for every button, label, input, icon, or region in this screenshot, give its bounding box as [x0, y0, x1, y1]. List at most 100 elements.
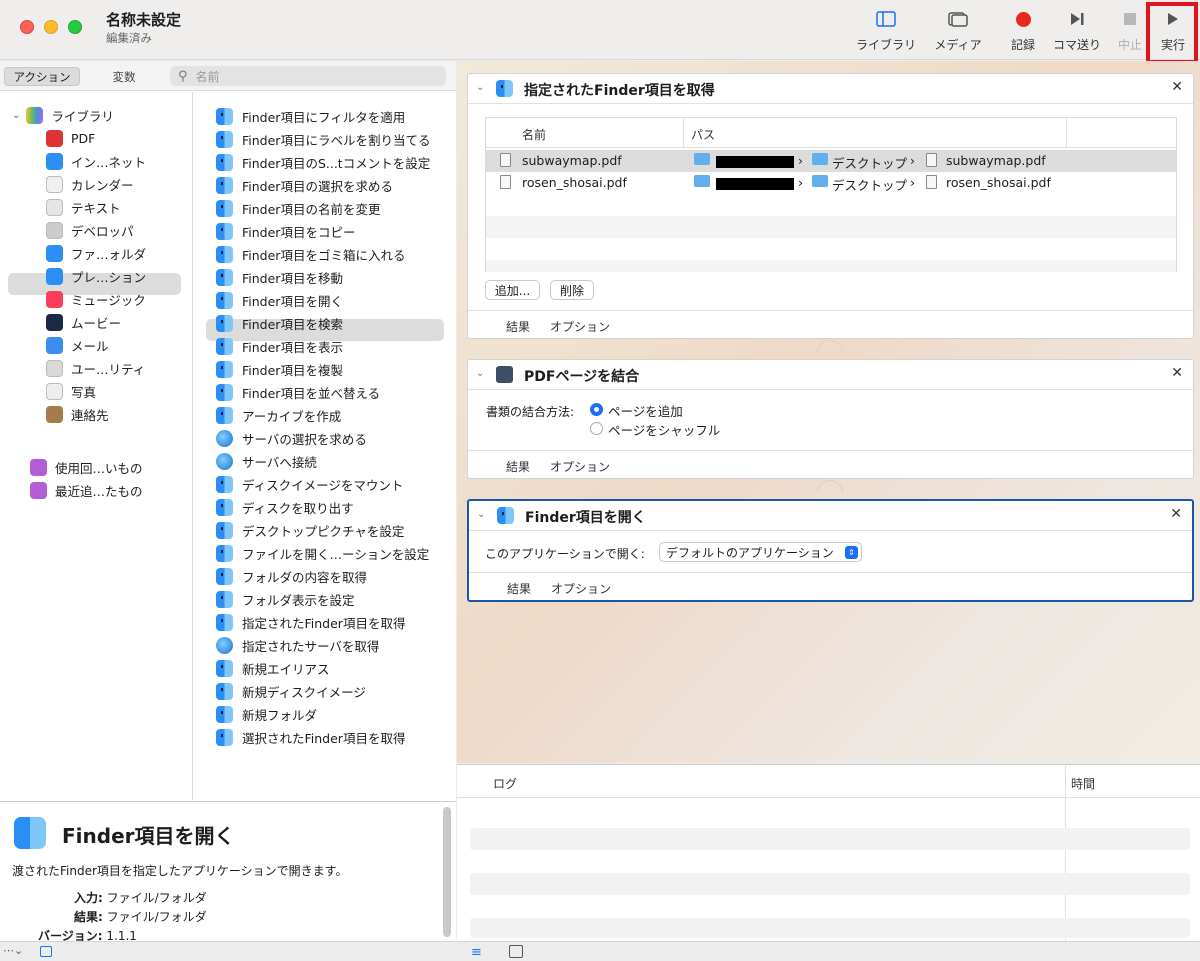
library-item[interactable]: メール	[46, 335, 109, 355]
pdf-icon	[46, 129, 63, 147]
options-toggle[interactable]: オプション	[550, 318, 610, 335]
action-item[interactable]: 指定されたFinder項目を取得	[216, 612, 405, 632]
library-item[interactable]: イン…ネット	[46, 151, 146, 171]
action-item[interactable]: Finder項目をゴミ箱に入れる	[216, 244, 405, 264]
smart-group-recent-used[interactable]: 使用回…いもの	[30, 457, 143, 477]
library-item[interactable]: プレ…ション	[46, 266, 146, 286]
action-item[interactable]: 選択されたFinder項目を取得	[216, 727, 405, 747]
description-toggle-icon[interactable]	[40, 946, 52, 957]
media-label: メディア	[934, 38, 982, 52]
log-column[interactable]: ログ	[493, 775, 517, 792]
card-footer: 結果 オプション	[468, 310, 1193, 338]
action-item[interactable]: Finder項目を表示	[216, 336, 343, 356]
library-item[interactable]: ムービー	[46, 312, 121, 332]
pdf-file-icon	[926, 175, 937, 192]
column-path[interactable]: パス	[691, 126, 715, 143]
action-item[interactable]: 新規フォルダ	[216, 704, 317, 724]
library-item[interactable]: カレンダー	[46, 174, 134, 194]
actions-tab[interactable]: アクション	[4, 67, 80, 86]
close-window-button[interactable]	[20, 20, 34, 34]
action-item[interactable]: Finder項目を並べ替える	[216, 382, 380, 402]
library-item[interactable]: ファ…ォルダ	[46, 243, 146, 263]
finder-icon	[216, 728, 233, 746]
variables-tab[interactable]: 変数	[96, 67, 152, 86]
minimize-window-button[interactable]	[44, 20, 58, 34]
table-row[interactable]: subwaymap.pdf › デスクトップ › subwaymap.pdf	[486, 150, 1176, 172]
action-item[interactable]: Finder項目を移動	[216, 267, 343, 287]
library-item[interactable]: ミュージック	[46, 289, 146, 309]
list-view-icon[interactable]: ≡	[471, 945, 482, 960]
shuffle-pages-label[interactable]: ページをシャッフル	[608, 420, 720, 439]
split-view-icon[interactable]	[509, 945, 523, 958]
library-item[interactable]: テキスト	[46, 197, 121, 217]
action-item[interactable]: サーバの選択を求める	[216, 428, 367, 448]
step-button[interactable]: コマ送り	[1050, 6, 1104, 56]
action-item[interactable]: フォルダ表示を設定	[216, 589, 355, 609]
search-placeholder: 名前	[195, 69, 220, 84]
library-item-label: ミュージック	[71, 292, 146, 308]
close-icon[interactable]: ✕	[1171, 365, 1183, 381]
remove-button[interactable]: 削除	[550, 280, 594, 300]
action-item[interactable]: Finder項目にラベルを割り当てる	[216, 129, 430, 149]
action-item[interactable]: サーバへ接続	[216, 451, 317, 471]
action-item[interactable]: 新規ディスクイメージ	[216, 681, 366, 701]
close-icon[interactable]: ✕	[1170, 506, 1182, 522]
results-toggle[interactable]: 結果	[507, 580, 531, 597]
column-name[interactable]: 名前	[522, 126, 546, 143]
action-item[interactable]: Finder項目を開く	[216, 290, 343, 310]
options-toggle[interactable]: オプション	[551, 580, 611, 597]
input-label: 入力:	[74, 891, 103, 905]
close-icon[interactable]: ✕	[1171, 79, 1183, 95]
action-item[interactable]: 指定されたサーバを取得	[216, 635, 379, 655]
smart-group-recent-added[interactable]: 最近追…たもの	[30, 480, 143, 500]
path-separator: ›	[910, 153, 915, 168]
action-item[interactable]: Finder項目の選択を求める	[216, 175, 393, 195]
action-item[interactable]: アーカイブを作成	[216, 405, 341, 425]
library-item[interactable]: ユー…リティ	[46, 358, 145, 378]
search-input[interactable]: ⚲ 名前	[170, 66, 446, 86]
scrollbar[interactable]	[443, 807, 451, 937]
time-column[interactable]: 時間	[1071, 775, 1095, 792]
empty-row	[486, 216, 1176, 238]
action-item[interactable]: ファイルを開く…ーションを設定	[216, 543, 429, 563]
append-pages-label[interactable]: ページを追加	[608, 401, 683, 420]
action-item[interactable]: Finder項目の名前を変更	[216, 198, 380, 218]
results-toggle[interactable]: 結果	[506, 458, 530, 475]
action-item[interactable]: ディスクを取り出す	[216, 497, 354, 517]
action-item[interactable]: Finder項目のS...tコメントを設定	[216, 152, 430, 172]
results-toggle[interactable]: 結果	[506, 318, 530, 335]
zoom-window-button[interactable]	[68, 20, 82, 34]
table-row[interactable]: rosen_shosai.pdf › デスクトップ › rosen_shosai…	[486, 172, 1176, 194]
library-item-label: メール	[71, 338, 109, 354]
chevron-down-icon[interactable]: ⌄	[476, 82, 484, 93]
action-item[interactable]: Finder項目をコピー	[216, 221, 355, 241]
open-with-label: このアプリケーションで開く:	[485, 547, 645, 561]
chevron-down-icon[interactable]: ⌄	[477, 509, 485, 520]
action-item[interactable]: Finder項目を複製	[216, 359, 343, 379]
record-button[interactable]: 記録	[1006, 6, 1040, 56]
shuffle-pages-radio[interactable]	[590, 422, 603, 435]
path-folder-icon	[812, 175, 828, 190]
action-item[interactable]: Finder項目を検索	[216, 313, 343, 333]
action-item[interactable]: ディスクイメージをマウント	[216, 474, 403, 494]
append-pages-radio[interactable]	[590, 403, 603, 416]
media-button[interactable]: メディア	[930, 6, 986, 56]
library-item[interactable]: 写真	[46, 381, 96, 401]
options-toggle[interactable]: オプション	[550, 458, 610, 475]
library-item[interactable]: 連絡先	[46, 404, 109, 424]
finder-icon	[46, 244, 63, 262]
smart-folder-icon	[30, 481, 47, 499]
open-with-select[interactable]: デフォルトのアプリケーション ⇕	[659, 542, 862, 562]
action-item[interactable]: Finder項目にフィルタを適用	[216, 106, 405, 126]
add-button[interactable]: 追加...	[485, 280, 540, 300]
action-item[interactable]: 新規エイリアス	[216, 658, 330, 678]
action-item[interactable]: フォルダの内容を取得	[216, 566, 367, 586]
action-item[interactable]: デスクトップピクチャを設定	[216, 520, 404, 540]
library-root[interactable]: ⌄ ライブラリ	[12, 105, 114, 125]
chevron-down-icon[interactable]: ⌄	[476, 368, 484, 379]
library-item[interactable]: デベロッパ	[46, 220, 134, 240]
stop-button[interactable]: 中止	[1114, 6, 1146, 56]
more-options-icon[interactable]: ⋯⌄	[3, 944, 23, 957]
library-item[interactable]: PDF	[46, 128, 95, 148]
library-button[interactable]: ライブラリ	[854, 6, 918, 56]
